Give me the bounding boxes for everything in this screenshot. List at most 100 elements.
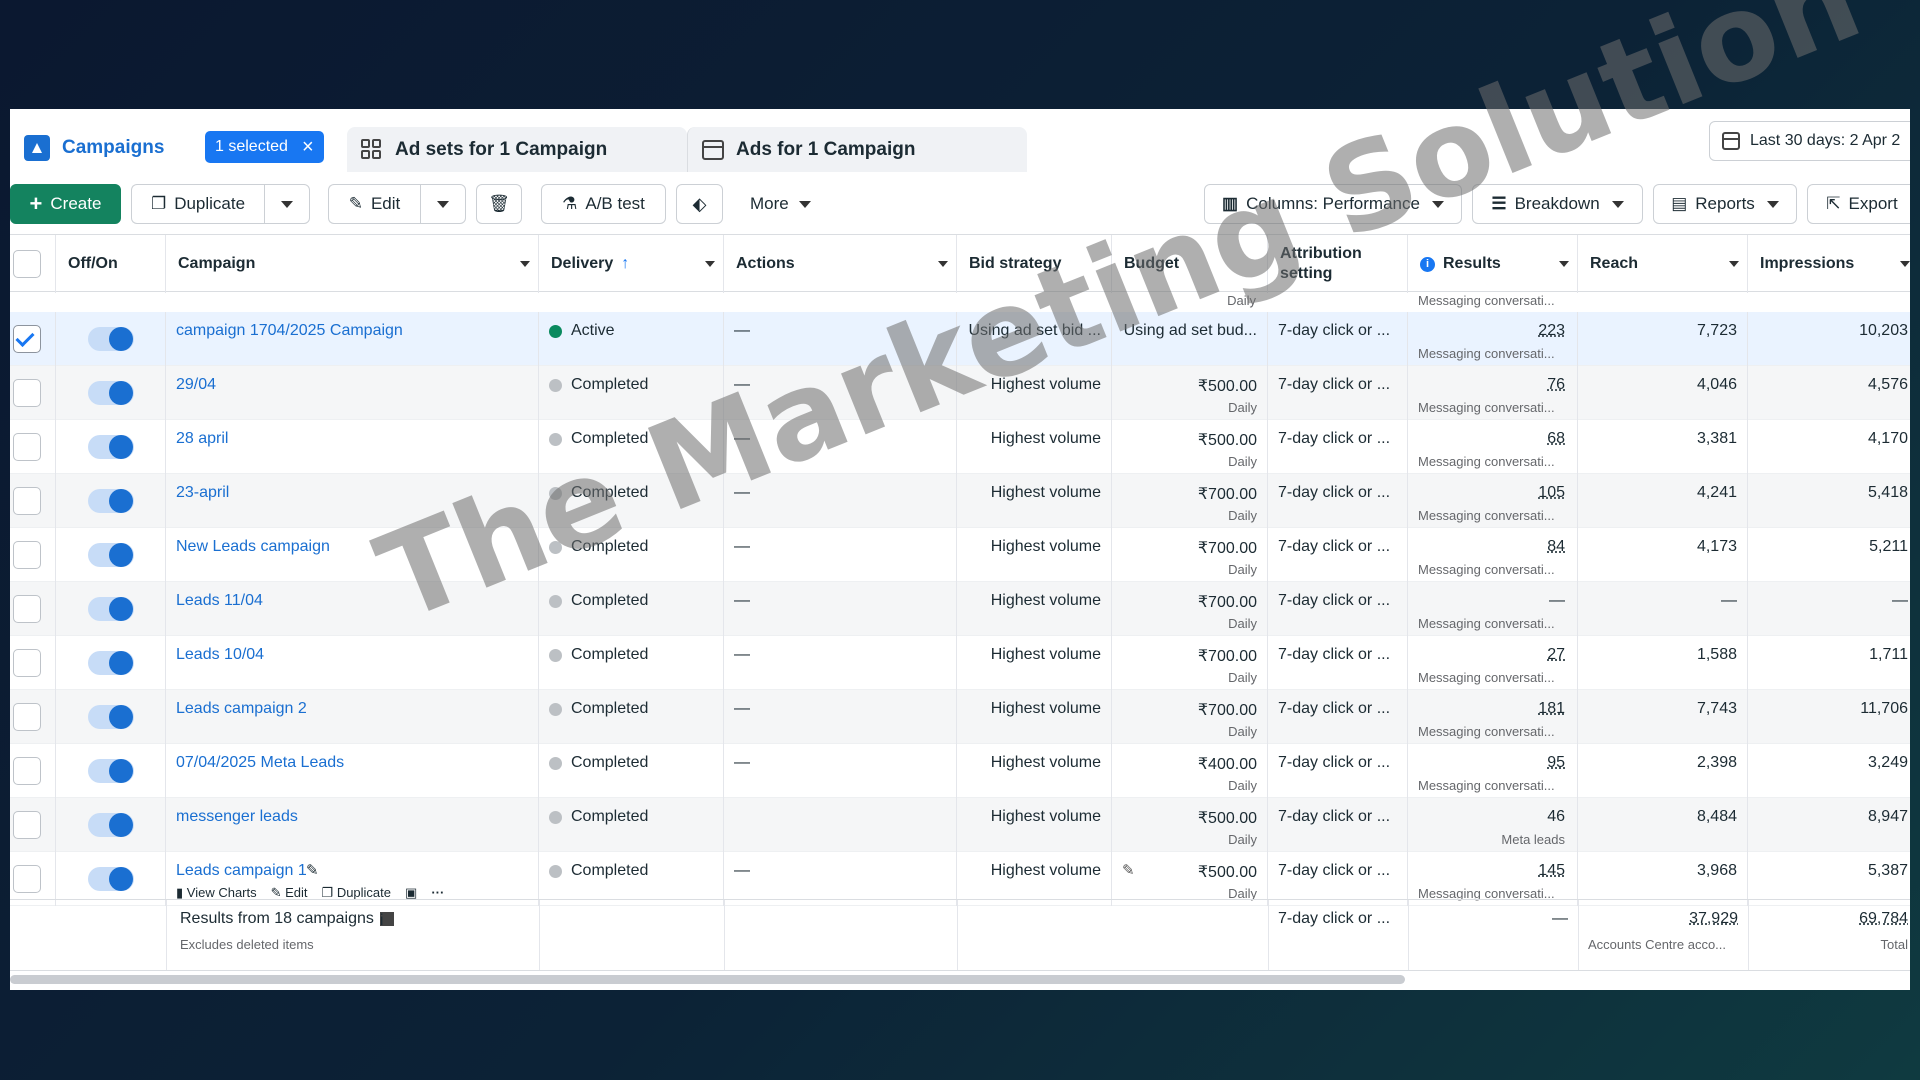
campaign-name-link[interactable]: 07/04/2025 Meta Leads <box>176 754 344 772</box>
row-checkbox[interactable] <box>13 325 41 353</box>
on-off-toggle[interactable] <box>88 651 134 675</box>
row-checkbox[interactable] <box>13 649 41 677</box>
on-off-toggle[interactable] <box>88 381 134 405</box>
horizontal-scrollbar[interactable] <box>10 975 1405 984</box>
more-button[interactable]: More <box>750 184 811 224</box>
header-campaign-label: Campaign <box>178 255 256 272</box>
chevron-down-icon[interactable] <box>1729 261 1739 267</box>
row-checkbox[interactable] <box>13 595 41 623</box>
chevron-down-icon[interactable] <box>520 261 530 267</box>
campaign-name-link[interactable]: 28 april <box>176 430 228 448</box>
row-checkbox[interactable] <box>13 541 41 569</box>
table-row[interactable]: 28 april Completed — Highest volume ₹500.00 D… <box>10 420 1910 474</box>
row-checkbox[interactable] <box>13 433 41 461</box>
export-button[interactable]: ⇱ Export <box>1807 184 1910 224</box>
tag-button[interactable]: ⬖ <box>676 184 723 224</box>
create-button[interactable]: + Create <box>10 184 121 224</box>
reach-value: 1,588 <box>1696 646 1737 663</box>
info-icon[interactable]: i <box>1420 256 1435 272</box>
header-budget[interactable]: Budget <box>1112 235 1268 293</box>
close-icon[interactable]: × <box>302 137 314 157</box>
chevron-down-icon[interactable] <box>705 261 715 267</box>
sort-ascending-icon[interactable]: ↑ <box>621 255 629 273</box>
on-off-toggle[interactable] <box>88 705 134 729</box>
delivery-status: Completed <box>571 484 649 501</box>
status-dot-icon <box>549 487 562 500</box>
on-off-toggle[interactable] <box>88 597 134 621</box>
row-checkbox[interactable] <box>13 487 41 515</box>
campaign-name-link[interactable]: Leads 10/04 <box>176 646 264 664</box>
header-results[interactable]: i Results <box>1408 235 1578 293</box>
chevron-down-icon[interactable] <box>1900 261 1910 267</box>
campaign-name-link[interactable]: 23-april <box>176 484 229 502</box>
selected-pill[interactable]: 1 selected × <box>205 131 324 163</box>
on-off-toggle[interactable] <box>88 327 134 351</box>
campaign-name-link[interactable]: campaign 1704/2025 Campaign <box>176 322 403 340</box>
pencil-icon[interactable]: ✎ <box>306 861 319 879</box>
tab-adsets[interactable]: Ad sets for 1 Campaign <box>347 127 687 172</box>
row-checkbox[interactable] <box>13 757 41 785</box>
date-range-button[interactable]: Last 30 days: 2 Apr 2 <box>1709 121 1910 161</box>
on-off-toggle[interactable] <box>88 813 134 837</box>
on-off-toggle[interactable] <box>88 435 134 459</box>
table-row[interactable]: Leads campaign 1 ✎ ▮ View Charts ✎ Edit ❐ Du… <box>10 852 1910 906</box>
row-checkbox[interactable] <box>13 865 41 893</box>
table-row[interactable]: Leads 10/04 Completed — Highest volume ₹700.… <box>10 636 1910 690</box>
bid-strategy-value: Highest volume <box>990 484 1101 501</box>
select-all-checkbox[interactable] <box>13 250 41 278</box>
table-row[interactable]: messenger leads Completed Highest volume ₹5… <box>10 798 1910 852</box>
campaign-name-link[interactable]: 29/04 <box>176 376 216 394</box>
header-campaign[interactable]: Campaign <box>166 235 539 293</box>
table-row[interactable]: 29/04 Completed — Highest volume ₹500.00 Dail… <box>10 366 1910 420</box>
row-duplicate-link[interactable]: ❐ Duplicate <box>322 885 391 900</box>
duplicate-dropdown[interactable] <box>264 184 310 224</box>
header-impressions[interactable]: Impressions <box>1748 235 1910 293</box>
delete-button[interactable]: 🗑 <box>476 184 522 224</box>
info-icon[interactable]: i <box>379 912 394 929</box>
header-bid-strategy[interactable]: Bid strategy <box>957 235 1112 293</box>
campaign-name-link[interactable]: Leads campaign 2 <box>176 700 307 718</box>
table-row[interactable]: Leads campaign 2 Completed — Highest volume… <box>10 690 1910 744</box>
duplicate-button[interactable]: ❐ Duplicate <box>131 184 264 224</box>
reports-button[interactable]: ▤ Reports <box>1653 184 1797 224</box>
chevron-down-icon[interactable] <box>1559 261 1569 267</box>
row-attribution-cell: 7-day click or ... <box>1268 420 1408 474</box>
summary-reach-sub: Accounts Centre acco... <box>1588 937 1727 952</box>
on-off-toggle[interactable] <box>88 543 134 567</box>
table-row[interactable]: campaign 1704/2025 Campaign Active — Using … <box>10 312 1910 366</box>
edit-dropdown[interactable] <box>420 184 466 224</box>
on-off-toggle[interactable] <box>88 489 134 513</box>
on-off-toggle[interactable] <box>88 867 134 891</box>
table-row[interactable]: 07/04/2025 Meta Leads Completed — Highest v… <box>10 744 1910 798</box>
plus-icon: + <box>29 191 43 216</box>
header-actions[interactable]: Actions <box>724 235 957 293</box>
results-value: 145 <box>1538 862 1565 879</box>
image-icon[interactable]: ▣ <box>405 885 417 900</box>
columns-button[interactable]: ▥ Columns: Performance <box>1204 184 1462 224</box>
table-row[interactable]: 23-april Completed — Highest volume ₹700.00 D… <box>10 474 1910 528</box>
more-icon[interactable]: ··· <box>431 885 444 900</box>
breakdown-button[interactable]: ☰ Breakdown <box>1472 184 1643 224</box>
view-charts-link[interactable]: ▮ View Charts <box>176 885 257 900</box>
row-campaign-cell: messenger leads <box>166 798 539 852</box>
edit-button[interactable]: ✎ Edit <box>328 184 420 224</box>
table-row[interactable]: Leads 11/04 Completed — Highest volume ₹700.… <box>10 582 1910 636</box>
campaign-name-link[interactable]: Leads 11/04 <box>176 592 263 610</box>
row-checkbox[interactable] <box>13 379 41 407</box>
row-checkbox[interactable] <box>13 703 41 731</box>
tab-campaigns[interactable]: Campaigns <box>24 133 164 163</box>
row-checkbox[interactable] <box>13 811 41 839</box>
header-attribution[interactable]: Attribution setting <box>1268 235 1408 293</box>
campaign-name-link[interactable]: Leads campaign 1 <box>176 862 307 880</box>
ab-test-button[interactable]: ⚗ A/B test <box>541 184 666 224</box>
on-off-toggle[interactable] <box>88 759 134 783</box>
row-edit-link[interactable]: ✎ Edit <box>271 885 308 900</box>
header-delivery[interactable]: Delivery ↑ <box>539 235 724 293</box>
pencil-icon[interactable]: ✎ <box>1122 861 1135 879</box>
header-reach[interactable]: Reach <box>1578 235 1748 293</box>
campaign-name-link[interactable]: New Leads campaign <box>176 538 330 556</box>
chevron-down-icon[interactable] <box>938 261 948 267</box>
table-row[interactable]: New Leads campaign Completed — Highest volu… <box>10 528 1910 582</box>
campaign-name-link[interactable]: messenger leads <box>176 808 298 826</box>
tab-ads[interactable]: Ads for 1 Campaign <box>687 127 1027 172</box>
